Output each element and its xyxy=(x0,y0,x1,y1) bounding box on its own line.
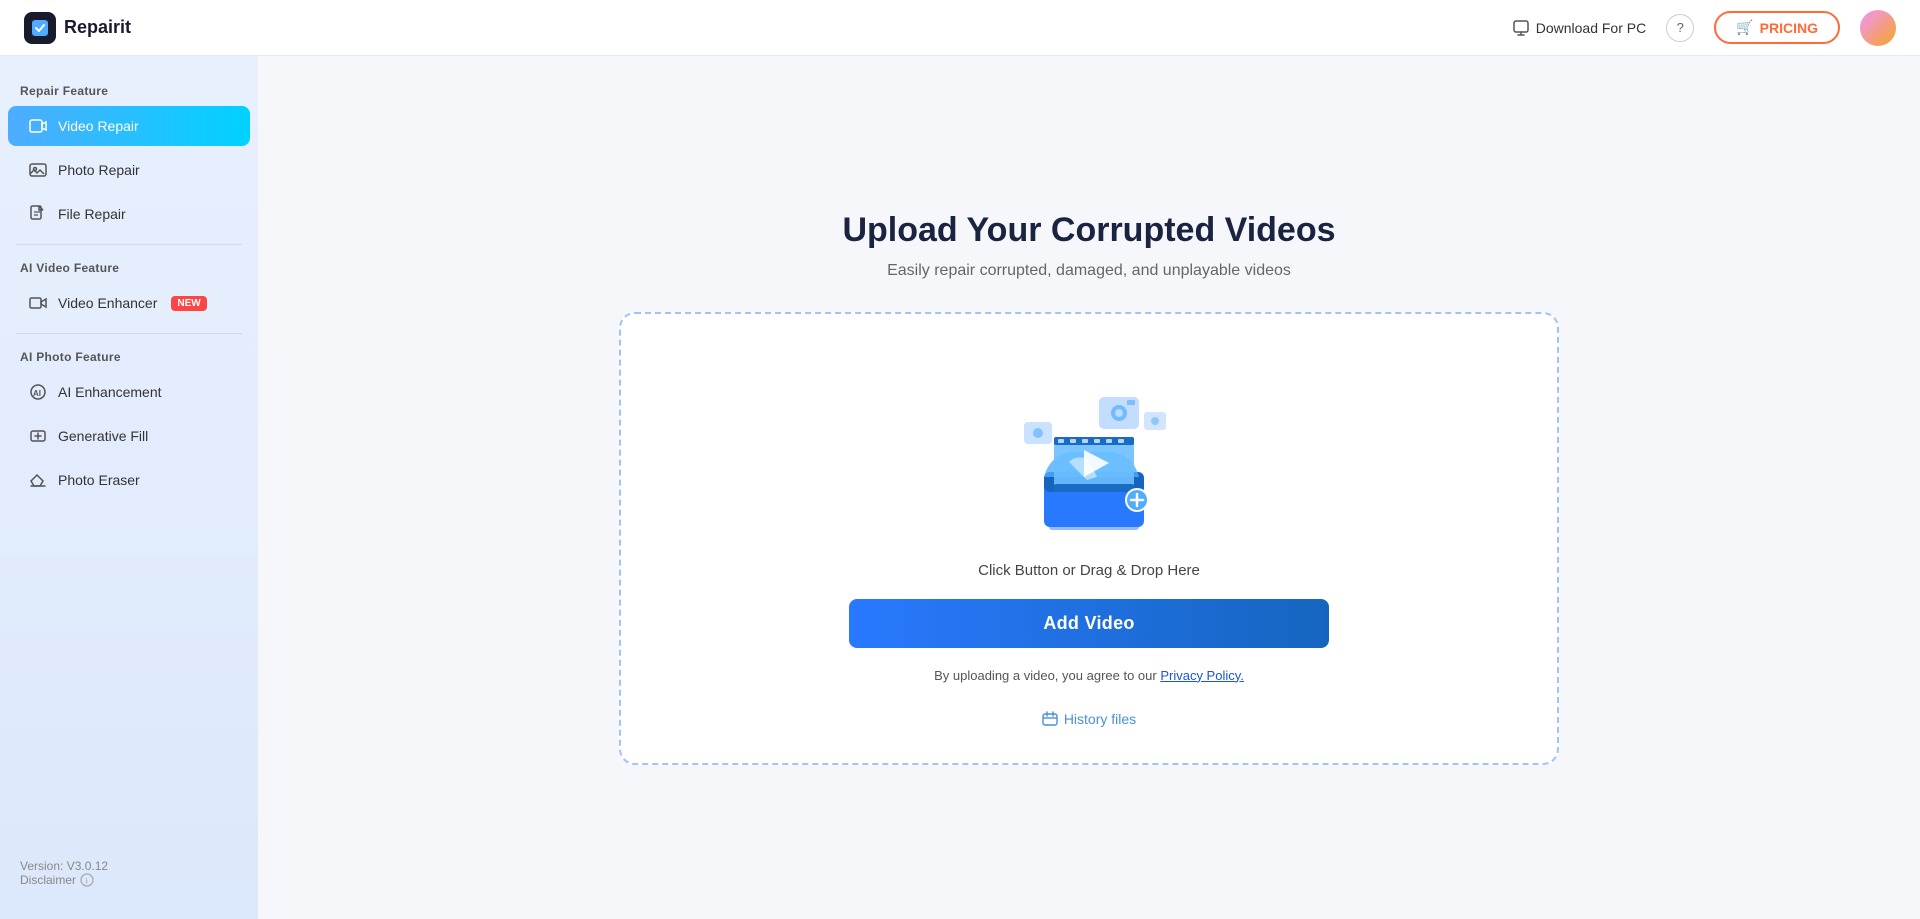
ai-video-feature-label: AI Video Feature xyxy=(0,253,258,281)
version-text: Version: V3.0.12 xyxy=(20,859,238,873)
upload-illustration xyxy=(989,362,1189,542)
upload-title: Upload Your Corrupted Videos xyxy=(619,211,1559,250)
help-icon[interactable]: ? xyxy=(1666,14,1694,42)
svg-text:i: i xyxy=(86,879,88,886)
generative-fill-label: Generative Fill xyxy=(58,428,148,444)
add-video-button[interactable]: Add Video xyxy=(849,599,1329,648)
file-repair-icon xyxy=(28,204,48,224)
pricing-label: PRICING xyxy=(1760,20,1818,36)
main-content: Upload Your Corrupted Videos Easily repa… xyxy=(258,56,1920,919)
repair-feature-label: Repair Feature xyxy=(0,76,258,104)
header: Repairit Download For PC ? 🛒 PRICING xyxy=(0,0,1920,56)
privacy-policy-label: Privacy Policy. xyxy=(1160,668,1244,683)
download-pc-button[interactable]: Download For PC xyxy=(1512,19,1647,37)
sidebar: Repair Feature Video Repair Photo Repair xyxy=(0,56,258,919)
sidebar-item-video-enhancer[interactable]: Video Enhancer NEW xyxy=(8,283,250,323)
privacy-prefix: By uploading a video, you agree to our xyxy=(934,668,1160,683)
ai-enhancement-icon: AI xyxy=(28,382,48,402)
photo-repair-icon xyxy=(28,160,48,180)
sidebar-footer: Version: V3.0.12 Disclaimer i xyxy=(0,847,258,899)
logo-text: Repairit xyxy=(64,17,131,38)
video-enhancer-icon xyxy=(28,293,48,313)
history-icon xyxy=(1042,711,1058,727)
logo: Repairit xyxy=(24,12,131,44)
sidebar-item-video-repair[interactable]: Video Repair xyxy=(8,106,250,146)
generative-fill-icon xyxy=(28,426,48,446)
svg-text:AI: AI xyxy=(33,389,41,398)
sidebar-item-generative-fill[interactable]: Generative Fill xyxy=(8,416,250,456)
download-label: Download For PC xyxy=(1536,20,1647,36)
monitor-icon xyxy=(1512,19,1530,37)
photo-eraser-icon xyxy=(28,470,48,490)
info-icon: i xyxy=(80,873,94,887)
divider-2 xyxy=(16,333,242,334)
history-files-link[interactable]: History files xyxy=(1042,711,1136,727)
sidebar-item-photo-eraser[interactable]: Photo Eraser xyxy=(8,460,250,500)
drop-hint: Click Button or Drag & Drop Here xyxy=(978,562,1200,579)
video-enhancer-label: Video Enhancer xyxy=(58,295,157,311)
add-video-label: Add Video xyxy=(1043,613,1134,633)
drop-zone[interactable]: Click Button or Drag & Drop Here Add Vid… xyxy=(619,312,1559,765)
pricing-button[interactable]: 🛒 PRICING xyxy=(1714,11,1840,44)
upload-container: Upload Your Corrupted Videos Easily repa… xyxy=(619,211,1559,765)
logo-icon xyxy=(24,12,56,44)
photo-repair-label: Photo Repair xyxy=(58,162,140,178)
disclaimer-link[interactable]: Disclaimer i xyxy=(20,873,238,887)
file-repair-label: File Repair xyxy=(58,206,126,222)
ai-photo-feature-label: AI Photo Feature xyxy=(0,342,258,370)
header-right: Download For PC ? 🛒 PRICING xyxy=(1512,10,1896,46)
sidebar-item-file-repair[interactable]: File Repair xyxy=(8,194,250,234)
main-layout: Repair Feature Video Repair Photo Repair xyxy=(0,56,1920,919)
privacy-policy-link[interactable]: Privacy Policy. xyxy=(1160,668,1244,683)
history-files-label: History files xyxy=(1064,711,1136,727)
avatar[interactable] xyxy=(1860,10,1896,46)
new-badge: NEW xyxy=(171,296,206,311)
photo-eraser-label: Photo Eraser xyxy=(58,472,140,488)
ai-enhancement-label: AI Enhancement xyxy=(58,384,162,400)
privacy-text: By uploading a video, you agree to our P… xyxy=(934,668,1244,683)
cart-icon: 🛒 xyxy=(1736,19,1753,36)
upload-subtitle: Easily repair corrupted, damaged, and un… xyxy=(619,262,1559,280)
sidebar-item-photo-repair[interactable]: Photo Repair xyxy=(8,150,250,190)
divider-1 xyxy=(16,244,242,245)
video-repair-label: Video Repair xyxy=(58,118,139,134)
sidebar-item-ai-enhancement[interactable]: AI AI Enhancement xyxy=(8,372,250,412)
video-repair-icon xyxy=(28,116,48,136)
